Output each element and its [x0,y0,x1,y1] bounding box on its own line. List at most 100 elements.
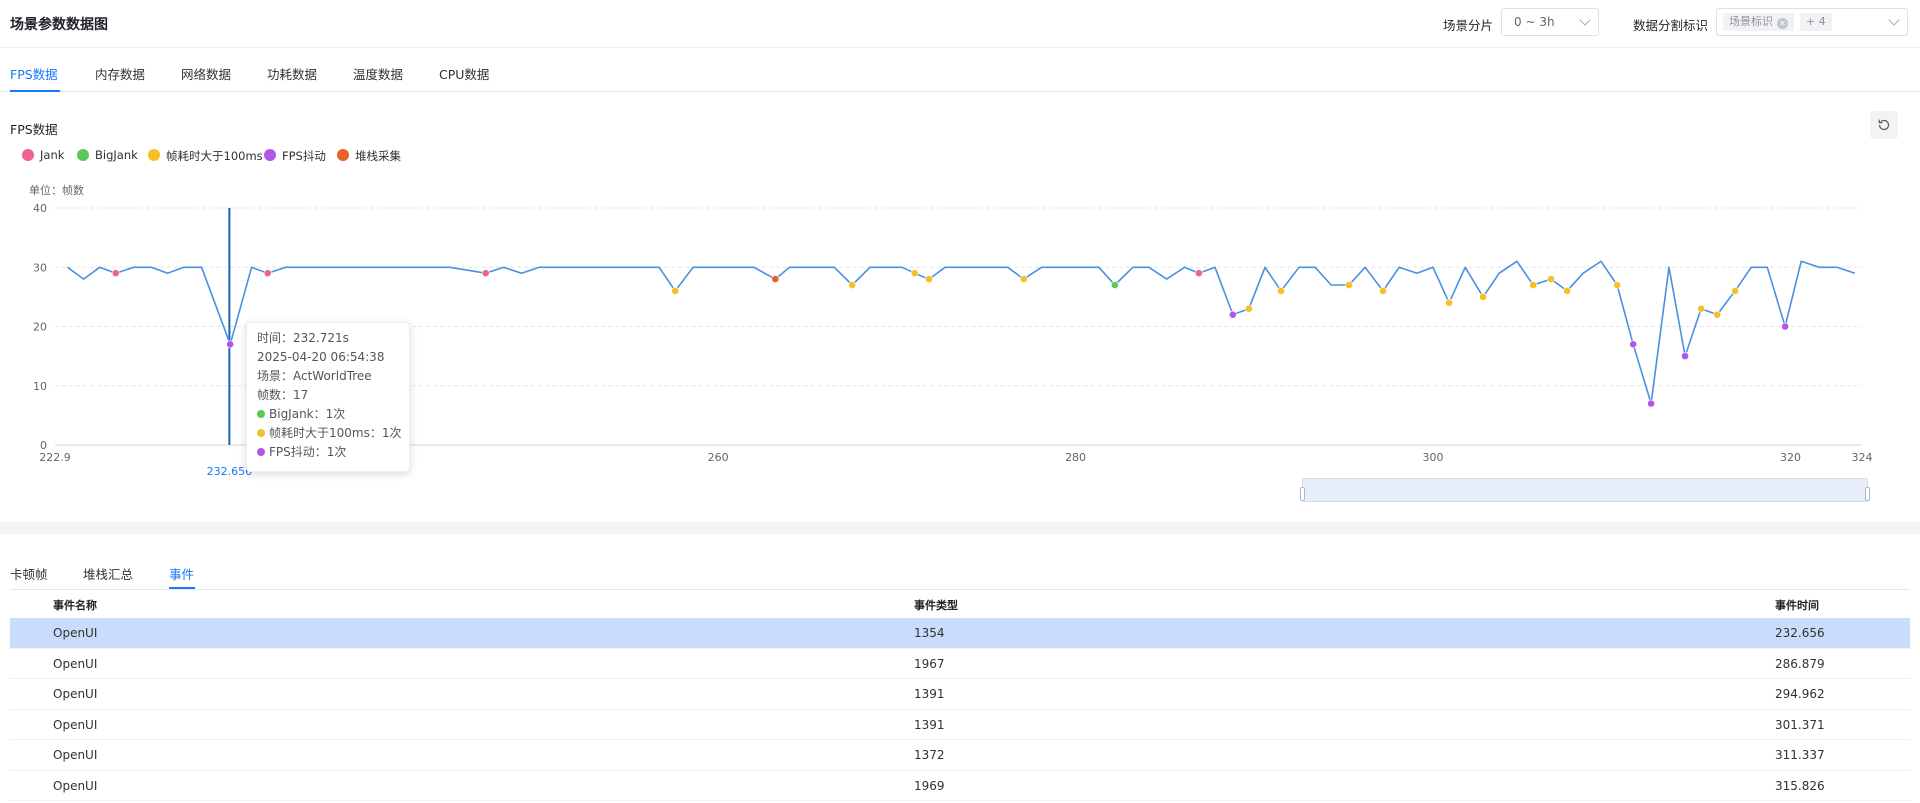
tooltip-item-slow-frame: 帧耗时大于100ms：1次 [257,424,402,443]
event-marker [1479,292,1487,301]
data-split-select[interactable]: 场景标识 ✕ + 4 [1716,8,1908,36]
tab-stack-summary[interactable]: 堆栈汇总 [83,564,133,583]
x-tick-label: 300 [1423,451,1444,464]
tab-cpu[interactable]: CPU数据 [439,64,489,83]
event-marker [1681,352,1689,361]
zoom-handle-left[interactable] [1300,487,1305,501]
event-marker [1194,269,1203,278]
cell-time: 315.826 [1775,778,1825,793]
event-marker [1697,304,1706,313]
tab-power[interactable]: 功耗数据 [267,64,317,83]
event-marker [1445,298,1454,307]
tooltip-item-label: BigJank：1次 [269,407,346,421]
cell-time: 286.879 [1775,656,1825,671]
table-row[interactable]: OpenUI 1372 311.337 [10,740,1910,771]
event-marker [1647,399,1655,408]
cell-type: 1372 [914,748,945,762]
event-marker [1245,304,1253,313]
legend-dot [337,149,349,161]
cell-type: 1391 [914,717,945,732]
tooltip-time: 时间：232.721s [257,331,349,345]
tooltip-item-label: FPS抖动：1次 [269,445,347,459]
tab-temperature[interactable]: 温度数据 [353,64,403,83]
cell-name: OpenUI [53,626,98,640]
event-marker [1110,281,1119,289]
zoom-slider[interactable] [1300,478,1870,502]
event-marker [263,269,272,278]
column-header-type[interactable]: 事件类型 [914,597,958,613]
chevron-down-icon [1579,14,1591,26]
tooltip-datetime: 2025-04-20 06:54:38 [257,350,385,364]
active-tab-indicator [10,90,60,92]
event-marker [1563,287,1571,295]
close-icon[interactable]: ✕ [1777,18,1788,29]
cell-name: OpenUI [53,717,98,732]
legend-label: BigJank [95,148,138,162]
event-marker [1613,281,1622,289]
event-marker [1781,322,1790,331]
event-marker [111,269,120,278]
event-marker [481,269,490,278]
event-marker [848,281,857,289]
tooltip-dot [257,448,265,456]
event-marker [910,269,919,278]
tooltip-scene: 场景：ActWorldTree [257,369,372,383]
tab-network[interactable]: 网络数据 [181,64,231,83]
cell-name: OpenUI [53,656,98,671]
legend-dot [77,149,89,161]
event-marker [925,275,933,283]
data-split-tag-label: 场景标识 [1729,15,1773,28]
events-table: 事件名称 事件类型 事件时间 OpenUI 1354 232.656 OpenU… [10,592,1910,801]
event-marker [1277,287,1286,295]
legend-label: Jank [40,148,65,162]
zoom-handle-right[interactable] [1865,487,1870,501]
column-header-name[interactable]: 事件名称 [53,597,97,613]
x-tick-label: 280 [1065,451,1086,464]
legend-label: FPS抖动 [282,149,326,163]
scene-split-label: 场景分片 [1443,18,1494,33]
chevron-down-icon [1888,14,1900,26]
chart-title: FPS数据 [10,122,58,137]
event-marker [1713,310,1722,319]
top-bar: 场景参数数据图 场景分片 0 ~ 3h 数据分割标识 场景标识 ✕ + 4 [0,0,1920,48]
cell-time: 311.337 [1775,748,1825,762]
x-tick-label: 324 [1852,451,1873,464]
x-tick-label: 260 [708,451,729,464]
cell-type: 1391 [914,687,945,701]
refresh-button[interactable] [1870,111,1898,139]
cell-time: 232.656 [1775,626,1825,640]
data-tabs: FPS数据 内存数据 网络数据 功耗数据 温度数据 CPU数据 [0,50,1920,92]
tab-fps[interactable]: FPS数据 [10,64,58,83]
column-header-time[interactable]: 事件时间 [1775,597,1819,613]
event-marker [1019,275,1028,283]
section-divider [0,522,1920,534]
chart-tooltip: 时间：232.721s 2025-04-20 06:54:38 场景：ActWo… [246,322,410,472]
table-row[interactable]: OpenUI 1391 301.371 [10,710,1910,740]
legend-dot [148,149,160,161]
event-marker [1629,340,1638,349]
refresh-icon [1878,119,1890,131]
detail-tabs: 卡顿帧 堆栈汇总 事件 [0,558,1920,590]
table-row[interactable]: OpenUI 1969 315.826 [10,771,1910,801]
scene-split-select[interactable]: 0 ~ 3h [1501,8,1599,36]
legend-label: 堆栈采集 [355,149,401,163]
event-marker [771,275,780,283]
tab-jank-frames[interactable]: 卡顿帧 [10,564,48,583]
event-marker [1529,281,1538,289]
table-row[interactable]: OpenUI 1391 294.962 [10,679,1910,710]
event-marker [1379,287,1387,295]
tab-events[interactable]: 事件 [169,564,194,583]
table-row[interactable]: OpenUI 1967 286.879 [10,649,1910,679]
event-marker [1547,275,1555,283]
event-marker [1731,287,1739,295]
cell-name: OpenUI [53,687,98,701]
table-row[interactable]: OpenUI 1354 232.656 [10,618,1910,649]
tooltip-item-label: 帧耗时大于100ms：1次 [269,426,402,440]
tooltip-dot [257,429,265,437]
tab-border [10,589,1910,590]
data-split-tag: 场景标识 ✕ [1723,13,1794,31]
tab-memory[interactable]: 内存数据 [95,64,145,83]
legend-dot [22,149,34,161]
x-tick-label: 222.9 [39,451,71,464]
legend-label: 帧耗时大于100ms [166,149,263,163]
